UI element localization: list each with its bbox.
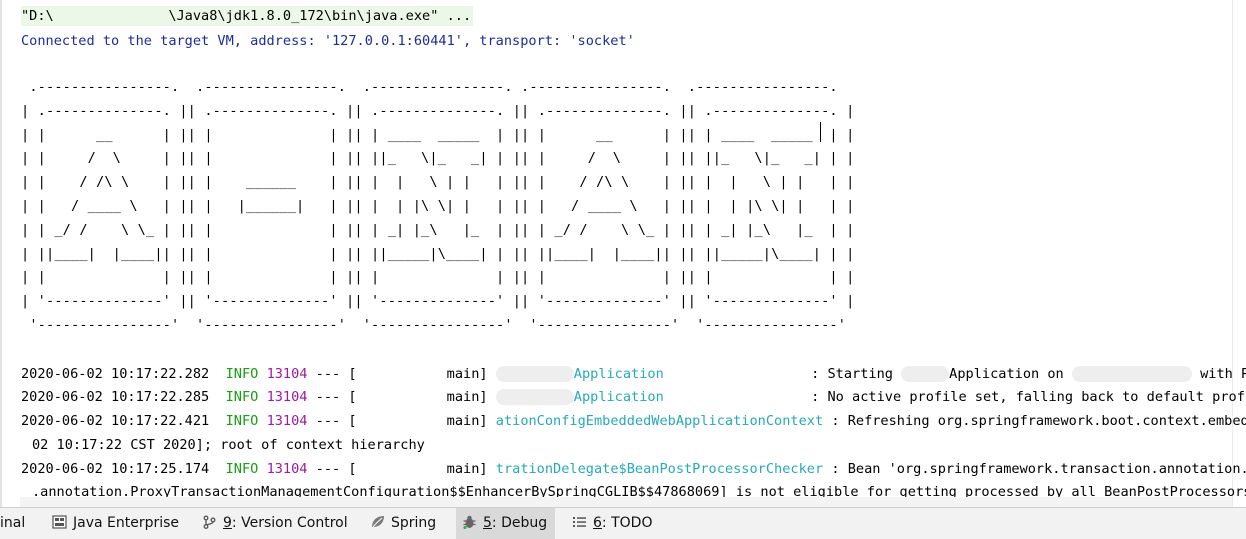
log-message: : Bean 'org.springframework.transaction.… [831, 461, 1246, 477]
log-line: 2020-06-02 10:17:22.285 INFO 13104 --- [… [21, 387, 1246, 407]
log-timestamp: 2020-06-02 10:17:22.285 [21, 389, 210, 405]
log-level: INFO [225, 413, 259, 429]
log-message: : No active profile set, falling back to… [811, 389, 1246, 405]
banner-line: | ||____| |____|| || | | || ||_____|\___… [21, 245, 855, 262]
banner-line: | | / /\ \ | || | ______ | || | | \ | | … [21, 174, 855, 191]
banner-line: | | / \ | || | | || ||_ \|_ _| | || | / … [21, 150, 855, 167]
tab-shortcut: 5 [483, 515, 492, 531]
log-message-start: : Starting [811, 366, 893, 382]
redacted-blur [901, 366, 950, 382]
banner-line: | | | || | | || | | || | | || | | | [21, 269, 855, 286]
tab-spring[interactable]: Spring [366, 508, 442, 539]
log-separator: --- [315, 366, 341, 382]
text-caret [820, 122, 821, 142]
log-continuation: 02 10:17:22 CST 2020]; root of context h… [32, 437, 425, 453]
tab-label: : Debug [491, 515, 548, 531]
tool-window-bar: inal Java Enterprise 9: Version Control … [0, 507, 1246, 539]
log-level: INFO [225, 389, 259, 405]
log-level: INFO [225, 366, 259, 382]
debug-bug-icon [462, 515, 477, 529]
banner-line: .----------------. .----------------. .-… [21, 79, 838, 95]
tab-label: : TODO [601, 515, 653, 531]
tab-todo[interactable]: 6: TODO [566, 508, 658, 539]
connected-message: Connected to the target VM, address: '12… [21, 33, 635, 49]
java-enterprise-icon [52, 515, 67, 529]
tab-label: inal [0, 515, 26, 531]
log-line: 2020-06-02 10:17:22.282 INFO 13104 --- [… [21, 364, 1246, 384]
log-pid: 13104 [266, 366, 308, 382]
console-output[interactable]: "D:\ \Java8\jdk1.8.0_172\bin\java.exe" .… [0, 0, 1246, 507]
log-message: : Refreshing org.springframework.boot.co… [831, 413, 1246, 429]
log-pid: 13104 [266, 389, 308, 405]
command-line: "D:\ \Java8\jdk1.8.0_172\bin\java.exe" .… [21, 6, 474, 26]
log-level: INFO [225, 461, 259, 477]
tab-label: Java Enterprise [73, 515, 180, 531]
ascii-banner: .----------------. .----------------. .-… [21, 76, 854, 338]
log-logger[interactable]: trationDelegate$BeanPostProcessorChecker [496, 461, 823, 477]
redacted-blur [495, 389, 574, 405]
log-timestamp: 2020-06-02 10:17:25.174 [21, 461, 210, 477]
log-thread: main [446, 389, 480, 405]
tab-debug[interactable]: 5: Debug [456, 508, 556, 539]
log-line: 2020-06-02 10:17:22.421 INFO 13104 --- [… [21, 411, 1246, 431]
log-message-mid: Application on [949, 366, 1064, 382]
log-logger[interactable]: ationConfigEmbeddedWebApplicationContext [496, 413, 823, 429]
tab-label: Spring [391, 515, 437, 531]
version-control-icon [202, 515, 217, 529]
log-logger[interactable]: Application [574, 366, 664, 382]
banner-line: | '--------------' || '--------------' |… [21, 293, 855, 310]
tab-java-enterprise[interactable]: Java Enterprise [50, 508, 185, 539]
log-timestamp: 2020-06-02 10:17:22.421 [21, 413, 210, 429]
banner-line: | | / ____ \ | || | |______| | || | | |\… [21, 197, 855, 214]
spring-leaf-icon [370, 515, 385, 529]
log-separator: --- [315, 389, 341, 405]
log-separator: --- [315, 413, 341, 429]
log-line: 2020-06-02 10:17:25.174 INFO 13104 --- [… [21, 459, 1246, 479]
log-separator: --- [315, 461, 341, 477]
log-pid: 13104 [266, 413, 308, 429]
tab-label: : Version Control [231, 515, 348, 531]
tab-version-control[interactable]: 9: Version Control [198, 508, 354, 539]
log-thread: main [446, 413, 480, 429]
tab-shortcut: 6 [593, 515, 602, 531]
banner-line: '----------------' '----------------' '-… [21, 316, 847, 333]
log-thread: main [446, 461, 480, 477]
redacted-blur [495, 366, 574, 382]
todo-list-icon [572, 515, 587, 529]
redacted-blur [1071, 366, 1192, 382]
banner-line: | | __ | || | | || | ____ _____ | || | _… [21, 126, 855, 143]
banner-line: | .--------------. || .--------------. |… [21, 102, 855, 119]
horizontal-scrollbar[interactable] [20, 497, 1232, 507]
tab-shortcut: 9 [223, 515, 232, 531]
log-logger[interactable]: Application [574, 389, 664, 405]
tab-terminal[interactable]: inal [0, 508, 29, 539]
banner-line: | | _/ / \ \_ | || | | || | _| |_\ |_ | … [21, 221, 855, 238]
log-message-end: with P [1200, 366, 1246, 382]
log-pid: 13104 [266, 461, 308, 477]
log-timestamp: 2020-06-02 10:17:22.282 [21, 366, 210, 382]
log-thread: main [446, 366, 480, 382]
